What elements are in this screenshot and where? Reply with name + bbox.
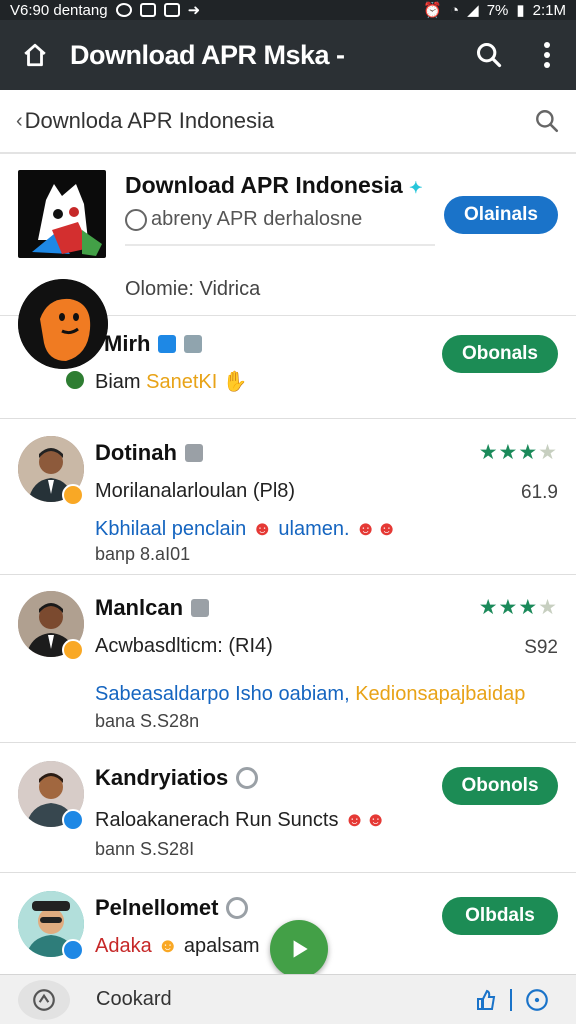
alarm-icon: ⏰ bbox=[423, 2, 443, 19]
app-bar-title: Download APR Mska - bbox=[70, 39, 345, 70]
app-subtitle-text: abreny APR derhalosne bbox=[151, 208, 363, 230]
app-icon[interactable] bbox=[18, 170, 106, 258]
battery-icon: ▮ bbox=[516, 2, 525, 19]
battery-percent: 7% bbox=[486, 1, 509, 19]
emoji-icon: ☻☻ bbox=[344, 809, 387, 831]
home-button[interactable] bbox=[0, 42, 70, 68]
arrow-icon: ➜ bbox=[187, 2, 201, 19]
item-name-text: Mirh bbox=[104, 331, 151, 356]
item-line: Morilanalarloulan (Pl8) bbox=[95, 480, 296, 502]
item-score: 61.9 bbox=[521, 482, 558, 503]
more-options-button[interactable] bbox=[518, 42, 576, 68]
install-button[interactable]: Obonals bbox=[442, 335, 558, 373]
avatar bbox=[18, 279, 108, 369]
verified-badge-icon bbox=[62, 639, 84, 661]
item-line-tail: ulamen. bbox=[278, 518, 350, 540]
verified-badge-icon bbox=[62, 939, 84, 961]
divider bbox=[125, 244, 435, 246]
verified-badge-icon bbox=[64, 369, 86, 391]
item-line: Kbhilaal penclain ☻ ulamen. ☻☻ bbox=[95, 518, 397, 541]
list-item[interactable]: Dotinah ★★★★ Morilanalarloulan (Pl8) 61.… bbox=[0, 420, 576, 575]
search-query[interactable]: Downloda APR Indonesia bbox=[25, 108, 534, 134]
item-score: S92 bbox=[524, 637, 558, 658]
more-vertical-icon bbox=[544, 42, 550, 68]
bottom-bar: Cookard bbox=[0, 974, 576, 1024]
item-line: Sabeasaldarpo Isho oabiam, Kedionsapajba… bbox=[95, 683, 525, 706]
emoji-icon: ☻☻ bbox=[355, 518, 398, 540]
wifi-icon: ◔ bbox=[450, 1, 460, 19]
item-line-tail: apalsam bbox=[183, 935, 260, 957]
item-line-tail: Kedionsapajbaidap bbox=[355, 683, 526, 705]
clock-icon[interactable] bbox=[524, 987, 550, 1013]
status-clock-text: V6:90 dentang bbox=[10, 1, 108, 19]
notification-icon bbox=[163, 3, 180, 17]
item-line: Biam SanetKI ✋ bbox=[95, 369, 248, 394]
bottom-bar-label: Cookard bbox=[96, 988, 172, 1010]
badge-icon bbox=[191, 599, 210, 617]
search-bar[interactable]: ‹ Downloda APR Indonesia bbox=[0, 90, 576, 154]
item-line-text: Sabeasaldarpo Isho oabiam, bbox=[95, 683, 350, 705]
item-line: Adaka ☻ apalsam bbox=[95, 935, 260, 958]
play-icon bbox=[293, 940, 308, 958]
fire-icon: ✋ bbox=[222, 371, 248, 393]
item-name: Pelnellomet bbox=[95, 895, 249, 921]
item-name: Mirh bbox=[104, 331, 203, 357]
install-button[interactable]: Olainals bbox=[444, 196, 558, 234]
rating-stars: ★★★★ bbox=[478, 596, 558, 619]
item-line: Raloakanerach Run Suncts ☻☻ bbox=[95, 809, 386, 832]
divider bbox=[510, 988, 512, 1011]
item-name-text: Dotinah bbox=[95, 440, 177, 465]
item-meta: banp 8.aI01 bbox=[95, 544, 191, 564]
app-title-text: Download APR Indonesia bbox=[125, 172, 403, 198]
cookie-icon[interactable] bbox=[18, 979, 70, 1020]
badge-icon bbox=[184, 444, 203, 462]
image-icon bbox=[139, 3, 156, 17]
badge-icon bbox=[236, 767, 259, 789]
list-item[interactable]: Manlcan ★★★★ Acwbasdlticm: (RI4) S92 Sab… bbox=[0, 575, 576, 743]
list-item[interactable]: Kandryiatios Raloakanerach Run Suncts ☻☻… bbox=[0, 743, 576, 873]
item-line-text: Adaka bbox=[95, 935, 152, 957]
item-line-text: Biam bbox=[95, 371, 141, 393]
item-name-text: Kandryiatios bbox=[95, 765, 229, 790]
back-caret-icon[interactable]: ‹ bbox=[16, 110, 23, 133]
emoji-icon: ☻ bbox=[251, 518, 273, 540]
install-button[interactable]: Olbdals bbox=[442, 897, 558, 935]
app-title: Download APR Indonesia ✦ bbox=[125, 172, 423, 199]
item-line-text: Kbhilaal penclain bbox=[95, 518, 247, 540]
status-bar: V6:90 dentang ➜ ⏰ ◔ ◢ 7% ▮ 2:1M bbox=[0, 0, 576, 20]
item-meta: bann S.S28I bbox=[95, 839, 195, 859]
verified-badge-icon bbox=[62, 809, 84, 831]
item-name-text: Pelnellomet bbox=[95, 895, 219, 920]
home-icon bbox=[24, 43, 46, 67]
play-fab-button[interactable] bbox=[270, 920, 328, 978]
list-item[interactable]: Mirh Biam SanetKI ✋ Obonals bbox=[0, 279, 576, 419]
search-icon bbox=[476, 42, 502, 68]
item-name-text: Manlcan bbox=[95, 595, 184, 620]
rating-stars: ★★★★ bbox=[478, 441, 558, 464]
status-time: 2:1M bbox=[532, 1, 566, 19]
thumbs-up-icon[interactable] bbox=[474, 988, 498, 1012]
app-meta: Olomie: Vidrica bbox=[125, 278, 261, 300]
badge-icon bbox=[184, 335, 203, 353]
verified-icon bbox=[158, 335, 177, 353]
search-icon[interactable] bbox=[534, 108, 560, 134]
phone-icon bbox=[125, 208, 147, 231]
item-name: Dotinah bbox=[95, 440, 203, 466]
signal-icon: ◢ bbox=[467, 2, 479, 19]
item-meta: bana S.S28n bbox=[95, 711, 200, 731]
search-button[interactable] bbox=[460, 41, 518, 69]
sync-icon bbox=[115, 3, 132, 17]
item-line-text: Raloakanerach Run Suncts bbox=[95, 809, 339, 831]
emoji-icon: ☻ bbox=[157, 935, 179, 957]
verified-badge-icon bbox=[62, 484, 84, 506]
item-name: Manlcan bbox=[95, 595, 210, 621]
install-button[interactable]: Obonols bbox=[442, 767, 558, 805]
item-name: Kandryiatios bbox=[95, 765, 259, 791]
item-highlight-text: SanetKI bbox=[146, 371, 218, 393]
verified-icon: ✦ bbox=[409, 180, 423, 197]
app-bar: Download APR Mska - bbox=[0, 20, 576, 90]
badge-icon bbox=[226, 897, 249, 919]
app-subtitle: abreny APR derhalosne bbox=[125, 208, 362, 231]
item-line: Acwbasdlticm: (RI4) bbox=[95, 635, 273, 657]
